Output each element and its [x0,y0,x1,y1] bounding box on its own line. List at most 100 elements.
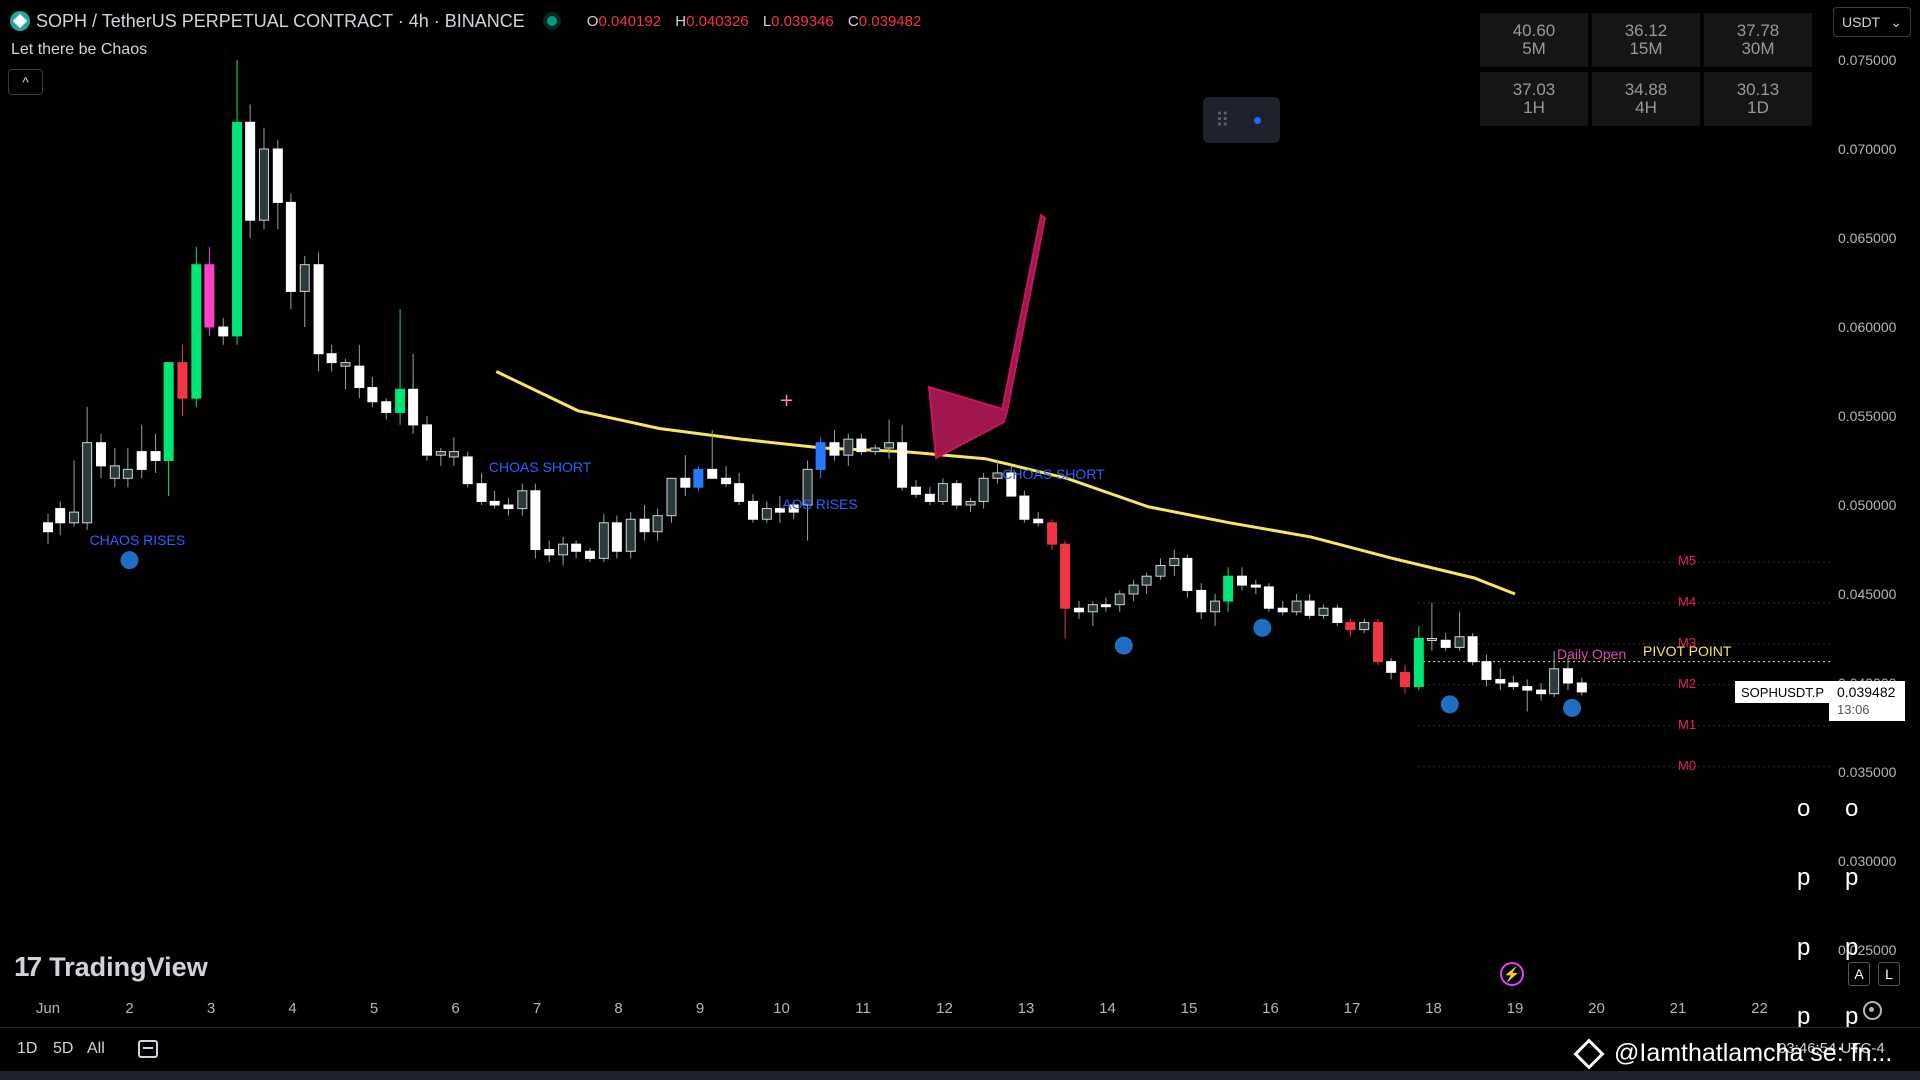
candle[interactable] [937,478,948,505]
candle[interactable] [517,483,528,516]
candle[interactable] [191,246,202,408]
candle[interactable] [421,416,432,461]
candle[interactable] [245,104,256,239]
symbol-title[interactable]: SOPH / TetherUS PERPETUAL CONTRACT · 4h … [36,11,525,32]
candle[interactable] [571,540,582,559]
candle[interactable] [978,472,989,509]
candle[interactable] [1223,567,1234,612]
candle[interactable] [1250,579,1261,594]
candle[interactable] [435,448,446,466]
currency-select[interactable]: USDT ⌄ [1833,7,1911,37]
candle[interactable] [109,448,120,488]
candle[interactable] [598,513,609,562]
candle[interactable] [884,419,895,459]
candle[interactable] [204,246,215,336]
indicator-name[interactable]: Let there be Chaos [11,41,147,59]
candle[interactable] [1536,683,1547,701]
candle[interactable] [177,344,188,416]
candle[interactable] [761,501,772,523]
candle[interactable] [721,465,732,488]
candle[interactable] [285,193,296,310]
candle[interactable] [136,424,147,479]
candle[interactable] [707,430,718,479]
candle[interactable] [1440,633,1451,651]
drag-handle-icon[interactable]: ⠿ [1215,108,1230,133]
candle[interactable] [1114,590,1125,612]
candle[interactable] [1359,618,1370,634]
candle[interactable] [1413,626,1424,691]
candle[interactable] [1100,597,1111,612]
log-scale-button[interactable]: L [1878,962,1900,986]
candle[interactable] [910,480,921,498]
candle[interactable] [747,494,758,523]
candle[interactable] [558,537,569,566]
range-1d-button[interactable]: 1D [17,1040,37,1058]
candle[interactable] [1128,579,1139,602]
candle[interactable] [611,515,622,559]
candle[interactable] [408,353,419,434]
candle[interactable] [1277,601,1288,616]
chart-canvas[interactable]: + [0,0,1920,1080]
candle[interactable] [815,437,826,479]
candle[interactable] [163,362,174,497]
candle[interactable] [965,497,976,513]
range-5d-button[interactable]: 5D [53,1040,73,1058]
candle[interactable] [843,433,854,466]
settings-gear-icon[interactable] [1863,1001,1882,1020]
candle[interactable] [652,508,663,541]
candle[interactable] [530,483,541,559]
collapse-indicators-button[interactable]: ^ [8,69,43,95]
floating-drawing-toolbar[interactable]: ⠿ [1203,97,1280,143]
signal-dot[interactable] [1440,695,1459,714]
candle[interactable] [693,465,704,491]
signal-dot[interactable] [1563,698,1582,717]
candle[interactable] [1019,490,1030,523]
candle[interactable] [856,433,867,456]
candle[interactable] [82,407,93,530]
signal-dot[interactable] [120,551,139,570]
candle[interactable] [69,460,80,527]
candle[interactable] [639,505,650,541]
candle[interactable] [1386,658,1397,680]
candle[interactable] [381,398,392,420]
range-all-button[interactable]: All [87,1040,105,1058]
candle[interactable] [1033,512,1044,527]
candle[interactable] [1236,567,1247,591]
candle[interactable] [1291,594,1302,616]
candle[interactable] [232,60,243,345]
candle[interactable] [897,424,908,491]
candle[interactable] [1155,558,1166,580]
auto-scale-button[interactable]: A [1848,962,1870,986]
candle[interactable] [1508,675,1519,691]
candle[interactable] [992,460,1003,484]
candle[interactable] [1087,601,1098,627]
candle[interactable] [1562,658,1573,691]
annotation-arrow[interactable] [927,213,1047,460]
candle[interactable] [625,512,636,559]
candle[interactable] [503,497,514,516]
candle[interactable] [924,487,935,505]
candle[interactable] [1332,604,1343,627]
candle[interactable] [1399,665,1410,694]
calendar-icon[interactable] [138,1040,158,1058]
candle[interactable] [544,540,555,562]
candle[interactable] [666,477,677,523]
candle[interactable] [951,480,962,509]
candle[interactable] [1481,654,1492,687]
candle[interactable] [299,255,310,327]
candle[interactable] [55,501,66,536]
candle[interactable] [1522,679,1533,712]
candle[interactable] [476,472,487,505]
tradingview-logo[interactable]: 17 TradingView [14,951,208,983]
candle[interactable] [829,430,840,461]
candle[interactable] [1467,633,1478,666]
candle[interactable] [340,359,351,390]
candle[interactable] [1345,618,1356,637]
candle[interactable] [1373,618,1384,666]
candle[interactable] [1576,677,1587,696]
candle[interactable] [734,472,745,505]
drawing-color-dot[interactable] [1253,116,1261,124]
candle[interactable] [326,344,337,372]
candle[interactable] [1304,594,1315,619]
candle[interactable] [680,455,691,497]
